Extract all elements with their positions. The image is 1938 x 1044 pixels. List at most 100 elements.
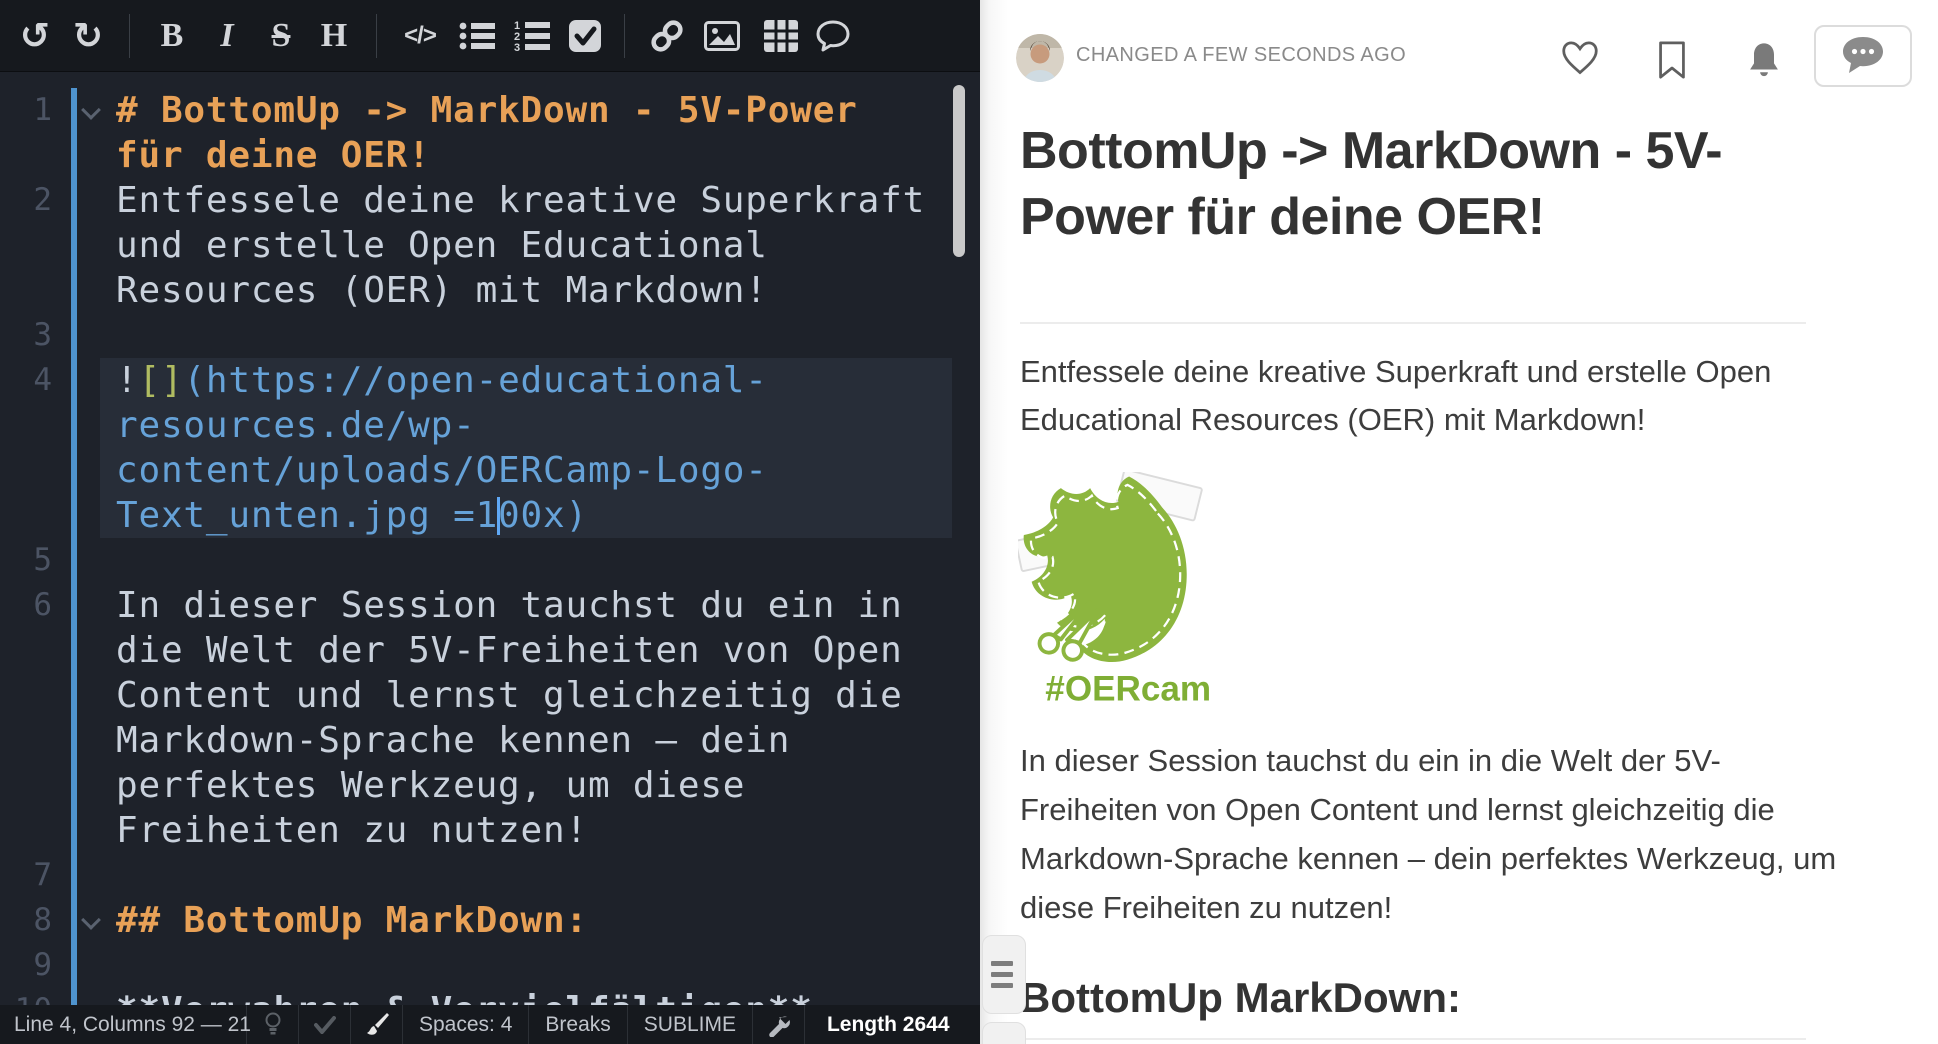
image-syntax-url: (https://open-educational- (183, 360, 767, 401)
fold-chevron-icon[interactable] (81, 910, 101, 930)
code-row: content/uploads/OERCamp-Logo- (116, 448, 768, 493)
line-number: 9 (0, 943, 52, 988)
line-number: 10 (0, 988, 52, 1005)
code-row: Freiheiten zu nutzen! (116, 808, 588, 853)
session-paragraph: In dieser Session tauchst du ein in die … (1020, 736, 1838, 932)
table-button[interactable] (756, 0, 806, 72)
toolbar-separator (624, 14, 625, 58)
toolbar-separator (376, 14, 377, 58)
editor-pane: ↺ ↻ B I S H </> 1 2 3 (0, 0, 980, 1044)
check-icon (314, 1016, 336, 1034)
bookmark-button[interactable] (1656, 40, 1688, 85)
code-button[interactable]: </> (395, 0, 445, 72)
checklist-button[interactable] (560, 0, 610, 72)
code-row: perfektes Werkzeug, um diese (116, 763, 745, 808)
line-number: 5 (0, 538, 52, 583)
code-row: Entfessele deine kreative Superkraft (116, 178, 925, 223)
strikethrough-icon: S (272, 17, 291, 55)
code-row: für deine OER! (116, 133, 431, 178)
document-title: BottomUp -> MarkDown - 5V-Power für dein… (1020, 118, 1780, 250)
open-comments-button[interactable] (1814, 25, 1912, 87)
bullet-list-icon (459, 21, 495, 51)
preferences-status-button[interactable] (753, 1005, 805, 1044)
numbered-list-icon: 1 2 3 (514, 20, 550, 52)
bookmark-icon (1656, 40, 1688, 80)
svg-text:3: 3 (514, 42, 520, 52)
line-number: 3 (0, 313, 52, 358)
image-button[interactable] (697, 0, 747, 72)
hackmd-split-editor: ↺ ↻ B I S H </> 1 2 3 (0, 0, 1938, 1044)
redo-button[interactable]: ↻ (63, 0, 113, 72)
bell-icon (1746, 40, 1782, 80)
fold-chevron-icon[interactable] (81, 100, 101, 120)
spaces-status[interactable]: Spaces: 4 (403, 1005, 529, 1044)
text-cursor (497, 497, 500, 535)
strikethrough-button[interactable]: S (256, 0, 306, 72)
numbered-list-button[interactable]: 1 2 3 (507, 0, 557, 72)
lightbulb-icon (264, 1012, 282, 1038)
editor-scrollbar[interactable] (953, 85, 965, 257)
cursor-position-status[interactable]: Line 4, Columns 92 — 21 (0, 1005, 247, 1044)
pane-divider-handle-secondary[interactable] (982, 1022, 1026, 1044)
horizontal-rule (1020, 1038, 1806, 1040)
comment-icon (815, 19, 851, 53)
line-number: 1 (0, 88, 52, 133)
bullet-list-button[interactable] (452, 0, 502, 72)
editor-toolbar: ↺ ↻ B I S H </> 1 2 3 (0, 0, 980, 72)
section-heading: BottomUp MarkDown: (1020, 972, 1820, 1024)
line-number: 2 (0, 178, 52, 223)
pane-divider-handle[interactable] (982, 935, 1026, 1014)
line-number: 6 (0, 583, 52, 628)
theme-status-button[interactable] (351, 1005, 403, 1044)
line-number: 8 (0, 898, 52, 943)
code-row: # BottomUp -> MarkDown - 5V-Power (116, 88, 858, 133)
preview-header: CHANGED A FEW SECONDS AGO (1008, 30, 1938, 94)
redo-icon: ↻ (73, 16, 103, 57)
editor-status-bar: Line 4, Columns 92 — 21 Spaces: (0, 1005, 980, 1044)
line-number: 4 (0, 358, 52, 403)
code-row: die Welt der 5V-Freiheiten von Open (116, 628, 903, 673)
pane-divider[interactable] (980, 0, 1008, 1044)
comment-bubble-icon (1840, 35, 1886, 77)
code-row: In dieser Session tauchst du ein in (116, 583, 903, 628)
grip-icon (991, 961, 1013, 966)
breaks-status[interactable]: Breaks (529, 1005, 627, 1044)
code-row: Markdown-Sprache kennen – dein (116, 718, 790, 763)
like-button[interactable] (1560, 40, 1600, 81)
last-changed-label: CHANGED A FEW SECONDS AGO (1076, 44, 1406, 67)
heart-icon (1560, 40, 1600, 76)
code-row: Content und lernst gleichzeitig die (116, 673, 903, 718)
grip-icon (991, 983, 1013, 988)
italic-button[interactable]: I (202, 0, 252, 72)
keymap-status[interactable]: SUBLIME (628, 1005, 753, 1044)
link-button[interactable] (642, 0, 692, 72)
code-row: Resources (OER) mit Markdown! (116, 268, 768, 313)
horizontal-rule (1020, 322, 1806, 324)
logo-text: #OERcamp (1045, 670, 1213, 709)
preview-pane: CHANGED A FEW SECONDS AGO (1008, 0, 1938, 1044)
spellcheck-status-button[interactable] (299, 1005, 351, 1044)
intro-paragraph: Entfessele deine kreative Superkraft und… (1020, 348, 1820, 444)
oercamp-logo-image: #OERcamp (1018, 472, 1213, 712)
undo-icon: ↺ (20, 16, 50, 57)
table-icon (764, 20, 798, 52)
heading-button[interactable]: H (309, 0, 359, 72)
code-editor[interactable]: 1 2 3 4 5 6 7 8 9 10 # BottomUp -> MarkD… (0, 73, 980, 1005)
code-row: und erstelle Open Educational (116, 223, 768, 268)
image-syntax-bang: ! (116, 360, 138, 401)
code-row: ![](https://open-educational- (116, 358, 768, 403)
lightbulb-status-button[interactable] (247, 1005, 299, 1044)
wrench-icon (766, 1013, 790, 1037)
comment-button-toolbar[interactable] (808, 0, 858, 72)
image-syntax-brackets: [] (138, 360, 183, 401)
checklist-icon (569, 20, 601, 52)
authorship-color-bar (71, 88, 77, 1005)
notifications-button[interactable] (1746, 40, 1782, 85)
paintbrush-icon (365, 1012, 389, 1038)
code-row: **Verwahren & Vervielfältigen** (116, 988, 813, 1005)
undo-button[interactable]: ↺ (10, 0, 60, 72)
code-row: ## BottomUp MarkDown: (116, 898, 588, 943)
length-status[interactable]: Length 2644 (805, 1005, 966, 1044)
avatar[interactable] (1016, 34, 1064, 82)
bold-button[interactable]: B (147, 0, 197, 72)
